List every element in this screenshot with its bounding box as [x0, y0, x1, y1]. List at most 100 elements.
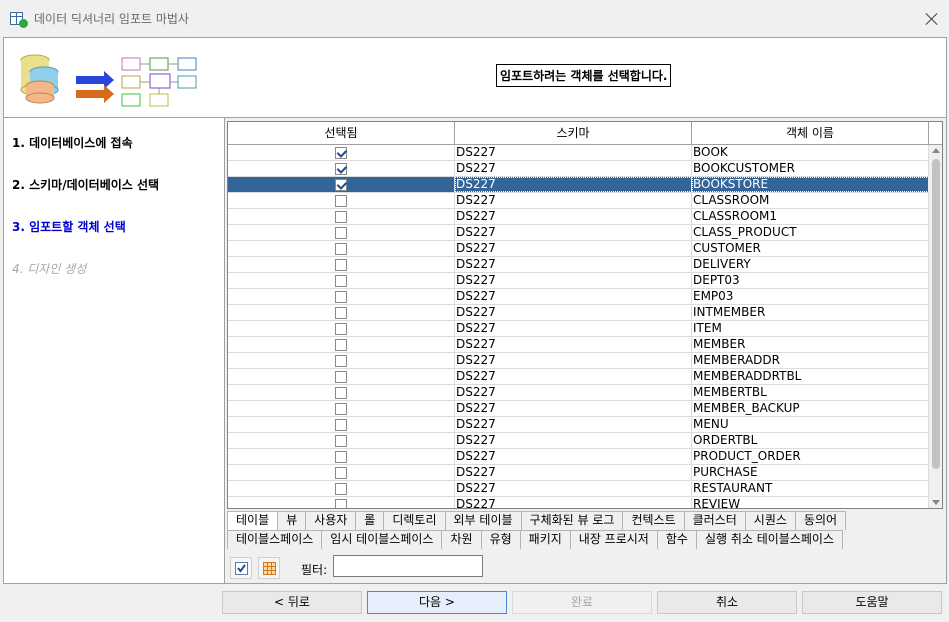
row-checkbox[interactable]	[335, 434, 347, 447]
table-row[interactable]: DS227 MEMBER	[228, 337, 929, 353]
tab-object-type[interactable]: 컨텍스트	[622, 511, 685, 530]
column-header-schema[interactable]: 스키마	[455, 122, 692, 144]
table-row[interactable]: DS227 PURCHASE	[228, 465, 929, 481]
row-checkbox[interactable]	[335, 450, 347, 463]
row-checkbox[interactable]	[335, 370, 347, 383]
tab-object-type[interactable]: 테이블	[227, 511, 279, 530]
row-checkbox[interactable]	[335, 258, 347, 271]
tab-object-type[interactable]: 유형	[480, 530, 521, 549]
row-checkbox[interactable]	[335, 322, 347, 335]
object-type-tabs-row1: 테이블 뷰 사용자 롤 디렉토리 외부 테이블 구체화된 뷰 로그 컨텍스트 클러스터 시퀀스 동의…	[227, 511, 847, 530]
row-checkbox[interactable]	[335, 242, 347, 255]
filter-input[interactable]	[333, 555, 483, 577]
tab-object-type[interactable]: 클러스터	[683, 511, 746, 530]
table-row[interactable]: DS227 INTMEMBER	[228, 305, 929, 321]
row-checkbox[interactable]	[335, 194, 347, 207]
schema-cell: DS227	[455, 257, 692, 272]
table-row[interactable]: DS227 BOOK	[228, 145, 929, 161]
object-name-cell: BOOKCUSTOMER	[692, 161, 929, 176]
tab-object-type[interactable]: 실행 취소 테이블스페이스	[695, 530, 844, 549]
table-row[interactable]: DS227 CLASSROOM1	[228, 209, 929, 225]
grid-toolbar: 필터:	[227, 554, 943, 582]
object-name-cell: EMP03	[692, 289, 929, 304]
row-checkbox[interactable]	[335, 418, 347, 431]
table-row[interactable]: DS227 DEPT03	[228, 273, 929, 289]
object-name-cell: CLASS_PRODUCT	[692, 225, 929, 240]
tab-object-type[interactable]: 구체화된 뷰 로그	[520, 511, 624, 530]
table-row[interactable]: DS227 REVIEW	[228, 497, 929, 508]
tab-object-type[interactable]: 롤	[355, 511, 385, 530]
column-header-selected[interactable]: 선택됨	[228, 122, 455, 144]
row-checkbox[interactable]	[335, 274, 347, 287]
step-select-objects: 3. 임포트할 객체 선택	[12, 220, 126, 234]
select-all-button[interactable]	[230, 557, 252, 579]
row-checkbox[interactable]	[335, 482, 347, 495]
table-row[interactable]: DS227 EMP03	[228, 289, 929, 305]
table-row[interactable]: DS227 ORDERTBL	[228, 433, 929, 449]
row-checkbox[interactable]	[335, 290, 347, 303]
table-row[interactable]: DS227 RESTAURANT	[228, 481, 929, 497]
row-checkbox[interactable]	[335, 338, 347, 351]
table-row[interactable]: DS227 ITEM	[228, 321, 929, 337]
scroll-down-icon[interactable]	[932, 500, 940, 505]
help-button[interactable]: 도움말	[802, 591, 942, 614]
vertical-scrollbar[interactable]	[929, 145, 942, 508]
column-header-object-name[interactable]: 객체 이름	[692, 122, 929, 144]
row-select-cell	[228, 353, 455, 368]
table-row[interactable]: DS227 DELIVERY	[228, 257, 929, 273]
object-name-cell: MENU	[692, 417, 929, 432]
row-checkbox[interactable]	[335, 162, 347, 175]
tab-object-type[interactable]: 외부 테이블	[444, 511, 522, 530]
tab-object-type[interactable]: 임시 테이블스페이스	[321, 530, 443, 549]
next-button[interactable]: 다음 >	[367, 591, 507, 614]
tab-object-type[interactable]: 뷰	[277, 511, 307, 530]
back-button[interactable]: < 뒤로	[222, 591, 362, 614]
cancel-button[interactable]: 취소	[657, 591, 797, 614]
tab-object-type[interactable]: 사용자	[305, 511, 357, 530]
object-selection-panel: 선택됨 스키마 객체 이름 DS227 BOOK DS227 BOOKCUSTOMER…	[225, 118, 947, 584]
table-row[interactable]: DS227 CUSTOMER	[228, 241, 929, 257]
schema-cell: DS227	[455, 305, 692, 320]
finish-button[interactable]: 완료	[512, 591, 652, 614]
row-checkbox[interactable]	[335, 306, 347, 319]
grid-view-button[interactable]	[258, 557, 280, 579]
row-checkbox[interactable]	[335, 498, 347, 508]
scroll-up-icon[interactable]	[932, 148, 940, 153]
row-checkbox[interactable]	[335, 210, 347, 223]
table-row[interactable]: DS227 MEMBERADDR	[228, 353, 929, 369]
tab-object-type[interactable]: 시퀀스	[744, 511, 796, 530]
table-row[interactable]: DS227 MEMBERADDRTBL	[228, 369, 929, 385]
table-row[interactable]: DS227 BOOKSTORE	[228, 177, 929, 193]
row-checkbox[interactable]	[335, 354, 347, 367]
row-checkbox[interactable]	[335, 402, 347, 415]
row-checkbox[interactable]	[335, 146, 347, 159]
table-row[interactable]: DS227 CLASS_PRODUCT	[228, 225, 929, 241]
table-row[interactable]: DS227 CLASSROOM	[228, 193, 929, 209]
row-select-cell	[228, 161, 455, 176]
scroll-thumb[interactable]	[932, 159, 940, 469]
tab-object-type[interactable]: 동의어	[794, 511, 847, 530]
row-select-cell	[228, 289, 455, 304]
tab-object-type[interactable]: 테이블스페이스	[227, 530, 323, 549]
schema-cell: DS227	[455, 417, 692, 432]
row-checkbox[interactable]	[335, 226, 347, 239]
table-row[interactable]: DS227 MEMBER_BACKUP	[228, 401, 929, 417]
table-row[interactable]: DS227 PRODUCT_ORDER	[228, 449, 929, 465]
row-select-cell	[228, 465, 455, 480]
row-checkbox[interactable]	[335, 178, 347, 191]
row-checkbox[interactable]	[335, 386, 347, 399]
table-row[interactable]: DS227 BOOKCUSTOMER	[228, 161, 929, 177]
close-icon[interactable]	[925, 12, 939, 26]
schema-cell: DS227	[455, 449, 692, 464]
table-row[interactable]: DS227 MEMBERTBL	[228, 385, 929, 401]
schema-cell: DS227	[455, 481, 692, 496]
tab-object-type[interactable]: 차원	[441, 530, 482, 549]
row-select-cell	[228, 385, 455, 400]
tab-object-type[interactable]: 디렉토리	[383, 511, 446, 530]
tab-object-type[interactable]: 함수	[656, 530, 697, 549]
tab-object-type[interactable]: 내장 프로시저	[569, 530, 658, 549]
table-row[interactable]: DS227 MENU	[228, 417, 929, 433]
row-checkbox[interactable]	[335, 466, 347, 479]
object-grid[interactable]: 선택됨 스키마 객체 이름 DS227 BOOK DS227 BOOKCUSTOMER…	[227, 121, 943, 509]
tab-object-type[interactable]: 패키지	[519, 530, 571, 549]
